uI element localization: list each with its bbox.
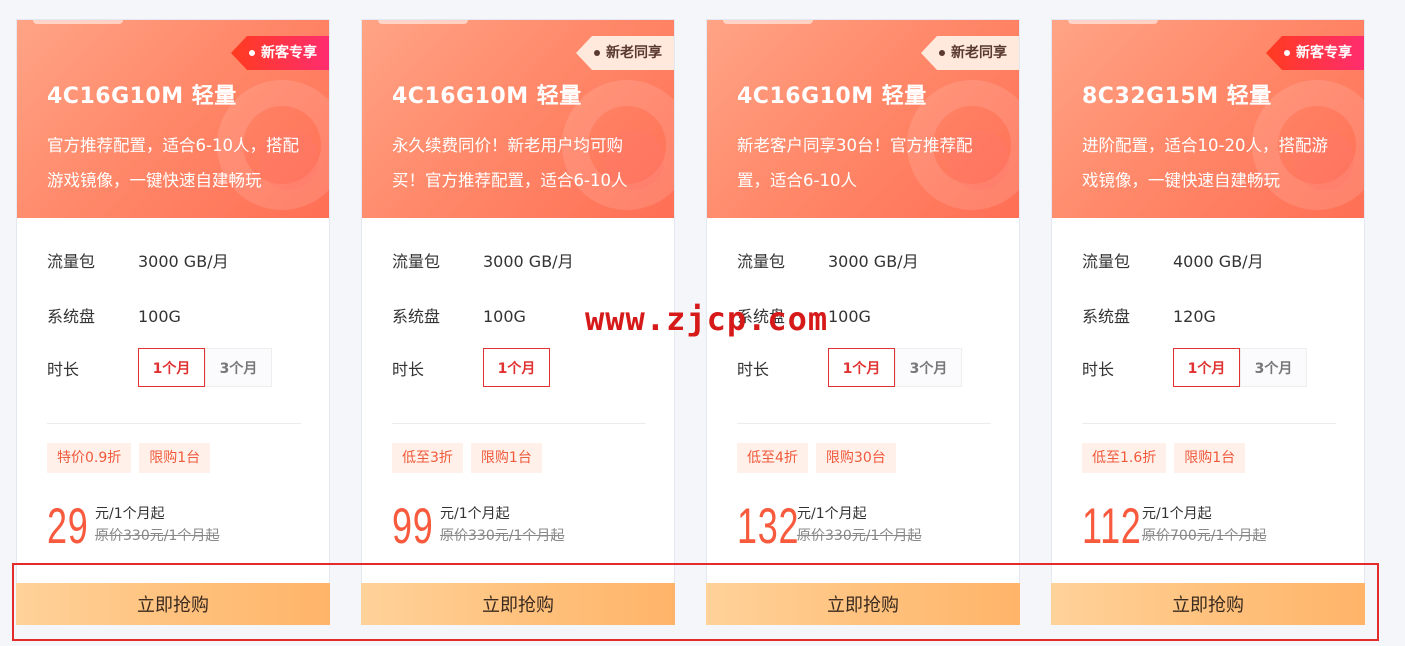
buy-now-button[interactable]: 立即抢购 [16, 583, 330, 625]
duration-label: 时长 [1082, 359, 1115, 379]
product-card-1: 新客专享 4C16G10M 轻量 官方推荐配置，适合6-10人，搭配游戏镜像，一… [16, 19, 330, 625]
discount-badges: 特价0.9折 限购1台 [47, 443, 211, 473]
traffic-value: 3000 GB/月 [828, 252, 919, 271]
duration-row: 时长 1个月 3个月 [1082, 348, 1307, 387]
traffic-row: 流量包 3000 GB/月 [737, 248, 919, 272]
watermark-text: www.zjcp.com [585, 300, 829, 338]
disk-label: 系统盘 [47, 307, 96, 326]
divider [392, 423, 646, 424]
product-card-4: 新客专享 8C32G15M 轻量 进阶配置，适合10-20人，搭配游戏镜像，一键… [1051, 19, 1365, 625]
traffic-row: 流量包 4000 GB/月 [1082, 248, 1264, 272]
price-value: 29 [47, 498, 89, 554]
disk-row: 系统盘 100G [47, 303, 181, 327]
card-header: 新客专享 8C32G15M 轻量 进阶配置，适合10-20人，搭配游戏镜像，一键… [1052, 20, 1364, 218]
traffic-value: 3000 GB/月 [138, 252, 229, 271]
duration-option-3-months[interactable]: 3个月 [895, 348, 962, 387]
divider [1082, 423, 1336, 424]
disk-value: 100G [828, 307, 871, 326]
disk-row: 系统盘 120G [1082, 303, 1216, 327]
disk-row: 系统盘 100G [392, 303, 526, 327]
limit-badge: 限购1台 [470, 443, 542, 473]
duration-row: 时长 1个月 3个月 [47, 348, 272, 387]
duration-label: 时长 [392, 359, 425, 379]
discount-badge: 低至1.6折 [1082, 443, 1167, 473]
duration-row: 时长 1个月 [392, 348, 550, 387]
traffic-label: 流量包 [47, 252, 96, 271]
price-value: 132 [737, 498, 800, 554]
card-title: 4C16G10M 轻量 [47, 84, 237, 109]
card-header: 新老同享 4C16G10M 轻量 永久续费同价！新老用户均可购买！官方推荐配置，… [362, 20, 674, 218]
discount-badge: 低至3折 [392, 443, 463, 473]
card-description: 官方推荐配置，适合6-10人，搭配游戏镜像，一键快速自建畅玩 [47, 136, 299, 190]
price-block: 112 元/1个月起 原价700元/1个月起 [1082, 500, 1266, 552]
duration-label: 时长 [47, 359, 80, 379]
traffic-label: 流量包 [392, 252, 441, 271]
traffic-value: 3000 GB/月 [483, 252, 574, 271]
duration-option-3-months[interactable]: 3个月 [205, 348, 272, 387]
disk-value: 120G [1173, 307, 1216, 326]
disk-label: 系统盘 [392, 307, 441, 326]
buy-now-button[interactable]: 立即抢购 [361, 583, 675, 625]
card-title: 8C32G15M 轻量 [1082, 84, 1272, 109]
duration-option-1-month[interactable]: 1个月 [483, 348, 550, 387]
original-price: 原价330元/1个月起 [95, 528, 220, 544]
discount-badge: 特价0.9折 [47, 443, 132, 473]
card-description: 永久续费同价！新老用户均可购买！官方推荐配置，适合6-10人 [392, 136, 628, 190]
traffic-row: 流量包 3000 GB/月 [392, 248, 574, 272]
divider [47, 423, 301, 424]
discount-badges: 低至1.6折 限购1台 [1082, 443, 1246, 473]
discount-badges: 低至3折 限购1台 [392, 443, 542, 473]
promo-tag: 新客专享 [1266, 36, 1364, 70]
price-value: 112 [1082, 498, 1142, 554]
price-unit: 元/1个月起 [797, 506, 867, 522]
original-price: 原价330元/1个月起 [797, 528, 922, 544]
limit-badge: 限购1台 [139, 443, 211, 473]
price-value: 99 [392, 498, 434, 554]
duration-row: 时长 1个月 3个月 [737, 348, 962, 387]
duration-label: 时长 [737, 359, 770, 379]
buy-now-button[interactable]: 立即抢购 [1051, 583, 1365, 625]
limit-badge: 限购30台 [815, 443, 896, 473]
price-block: 132 元/1个月起 原价330元/1个月起 [737, 500, 921, 552]
card-title: 4C16G10M 轻量 [392, 84, 582, 109]
discount-badge: 低至4折 [737, 443, 808, 473]
divider [737, 423, 991, 424]
card-header: 新客专享 4C16G10M 轻量 官方推荐配置，适合6-10人，搭配游戏镜像，一… [17, 20, 329, 218]
card-header: 新老同享 4C16G10M 轻量 新老客户同享30台！官方推荐配置，适合6-10… [707, 20, 1019, 218]
disk-label: 系统盘 [1082, 307, 1131, 326]
promo-tag: 新老同享 [576, 36, 674, 70]
buy-now-button[interactable]: 立即抢购 [706, 583, 1020, 625]
card-description: 进阶配置，适合10-20人，搭配游戏镜像，一键快速自建畅玩 [1082, 136, 1328, 190]
duration-option-1-month[interactable]: 1个月 [1173, 348, 1240, 387]
original-price: 原价700元/1个月起 [1142, 528, 1267, 544]
discount-badges: 低至4折 限购30台 [737, 443, 896, 473]
price-block: 29 元/1个月起 原价330元/1个月起 [47, 500, 219, 552]
price-unit: 元/1个月起 [1142, 506, 1212, 522]
duration-option-1-month[interactable]: 1个月 [138, 348, 205, 387]
limit-badge: 限购1台 [1174, 443, 1246, 473]
promo-tag: 新客专享 [231, 36, 329, 70]
price-unit: 元/1个月起 [95, 506, 165, 522]
traffic-row: 流量包 3000 GB/月 [47, 248, 229, 272]
card-title: 4C16G10M 轻量 [737, 84, 927, 109]
duration-option-1-month[interactable]: 1个月 [828, 348, 895, 387]
price-block: 99 元/1个月起 原价330元/1个月起 [392, 500, 564, 552]
promo-tag: 新老同享 [921, 36, 1019, 70]
disk-value: 100G [483, 307, 526, 326]
original-price: 原价330元/1个月起 [440, 528, 565, 544]
duration-option-3-months[interactable]: 3个月 [1240, 348, 1307, 387]
traffic-value: 4000 GB/月 [1173, 252, 1264, 271]
traffic-label: 流量包 [737, 252, 786, 271]
card-description: 新老客户同享30台！官方推荐配置，适合6-10人 [737, 136, 973, 190]
disk-value: 100G [138, 307, 181, 326]
traffic-label: 流量包 [1082, 252, 1131, 271]
price-unit: 元/1个月起 [440, 506, 510, 522]
